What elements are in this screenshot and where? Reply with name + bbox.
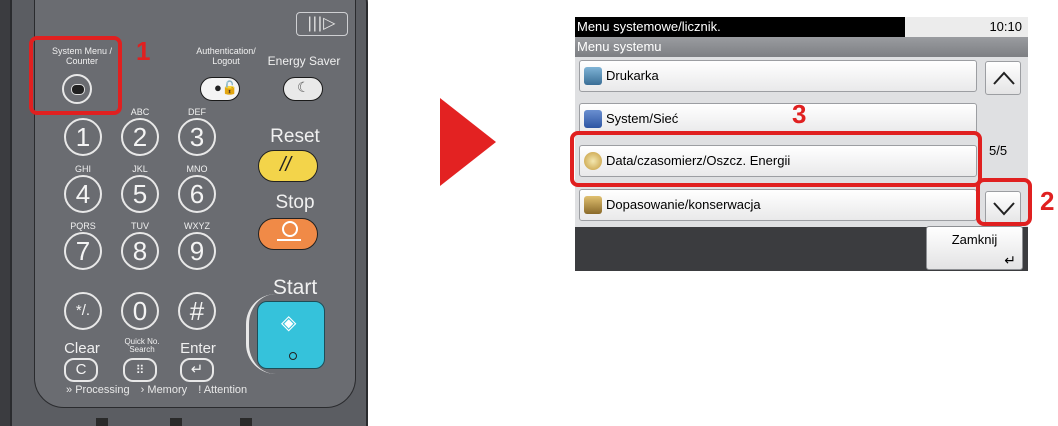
stop-icon — [282, 221, 298, 237]
close-button[interactable]: Zamknij ↵ — [926, 226, 1023, 270]
logout-button[interactable]: ●🔓 — [200, 77, 240, 101]
auth-label: Authentication/ Logout — [196, 46, 256, 66]
start-dot — [289, 352, 297, 360]
energy-saver-button[interactable]: ☾ — [283, 77, 323, 101]
callout-1: 1 — [136, 36, 151, 66]
menu-item-drukarka[interactable]: Drukarka — [579, 60, 977, 92]
start-diamond-icon: ◈ — [281, 312, 297, 334]
moon-icon: ☾ — [297, 79, 310, 95]
stop-label: Stop — [275, 192, 315, 213]
reset-label: Reset — [270, 126, 320, 147]
lock-icon: ●🔓 — [214, 80, 239, 95]
stop-button[interactable] — [258, 218, 318, 250]
quick-no-label: Quick No. Search — [124, 337, 160, 354]
key-6[interactable]: 6 — [178, 175, 216, 213]
title-bar: Menu systemowe/licznik. 10:10 — [575, 17, 1028, 37]
indicator-led — [170, 418, 182, 426]
key-7[interactable]: 7 — [64, 232, 102, 270]
key-4[interactable]: 4 — [64, 175, 102, 213]
reset-slash-icon: // — [280, 154, 292, 176]
menu-item-dopasowanie[interactable]: Dopasowanie/konserwacja — [579, 189, 977, 221]
start-button[interactable]: ◈ — [257, 301, 325, 369]
menu-item-label: Drukarka — [606, 68, 659, 83]
enter-icon: ↵ — [1004, 252, 1016, 268]
printer-icon — [584, 67, 602, 85]
attention-label: Attention — [203, 384, 248, 396]
page-indicator: 5/5 — [989, 143, 1008, 158]
key-2-sublabel: ABC — [130, 107, 150, 117]
scroll-down-highlight — [976, 178, 1032, 226]
quick-search-button[interactable]: ⠿ — [123, 358, 157, 382]
operation-panel: |||▷ System Menu / Counter Authenticatio… — [0, 0, 380, 426]
memory-icon: › — [140, 384, 145, 396]
key-9[interactable]: 9 — [178, 232, 216, 270]
reset-button[interactable]: // — [258, 150, 318, 182]
key-4-sublabel: GHI — [74, 164, 91, 174]
screen-title: Menu systemowe/licznik. — [577, 19, 721, 34]
clear-button[interactable]: C — [64, 358, 98, 382]
status-strip: » Processing › Memory ! Attention — [66, 384, 298, 404]
clock: 10:10 — [989, 19, 1022, 34]
key-star[interactable]: */. — [64, 292, 102, 330]
close-button-label: Zamknij — [951, 232, 998, 247]
key-0[interactable]: 0 — [121, 292, 159, 330]
chevron-up-icon — [993, 71, 1015, 85]
indicator-led — [240, 418, 252, 426]
indicator-led — [96, 418, 108, 426]
breadcrumb: Menu systemu — [575, 37, 1028, 57]
clear-label: Clear — [64, 340, 100, 357]
callout-2: 2 — [1040, 186, 1055, 216]
menu-item-label: Dopasowanie/konserwacja — [606, 197, 761, 212]
key-3[interactable]: 3 — [178, 118, 216, 156]
energy-saver-label: Energy Saver — [267, 54, 341, 68]
key-9-sublabel: WXYZ — [184, 221, 210, 231]
callout-3: 3 — [792, 99, 807, 129]
step-arrow — [440, 98, 496, 186]
panel-edge — [0, 0, 10, 426]
panel-tab-icon: |||▷ — [296, 12, 348, 36]
menu-item-highlight — [570, 131, 982, 187]
system-menu-highlight — [29, 36, 122, 115]
processing-label: Processing — [75, 384, 130, 396]
tools-icon — [584, 196, 602, 214]
enter-button[interactable]: ↵ — [180, 358, 214, 382]
stop-bar — [277, 239, 301, 241]
key-8[interactable]: 8 — [121, 232, 159, 270]
key-1[interactable]: 1 — [64, 118, 102, 156]
key-7-sublabel: PQRS — [70, 221, 96, 231]
key-5[interactable]: 5 — [121, 175, 159, 213]
key-hash[interactable]: # — [178, 292, 216, 330]
enter-label: Enter — [180, 340, 216, 357]
scroll-up-button[interactable] — [985, 61, 1021, 95]
key-6-sublabel: MNO — [186, 164, 208, 174]
key-2[interactable]: 2 — [121, 118, 159, 156]
key-3-sublabel: DEF — [188, 107, 206, 117]
memory-label: Memory — [147, 384, 188, 396]
key-5-sublabel: JKL — [132, 164, 148, 174]
attention-icon: ! — [198, 384, 202, 396]
processing-icon: » — [66, 384, 73, 396]
clock-area: 10:10 — [905, 17, 1028, 37]
menu-item-label: System/Sieć — [606, 111, 679, 126]
key-8-sublabel: TUV — [131, 221, 149, 231]
network-icon — [584, 110, 602, 128]
